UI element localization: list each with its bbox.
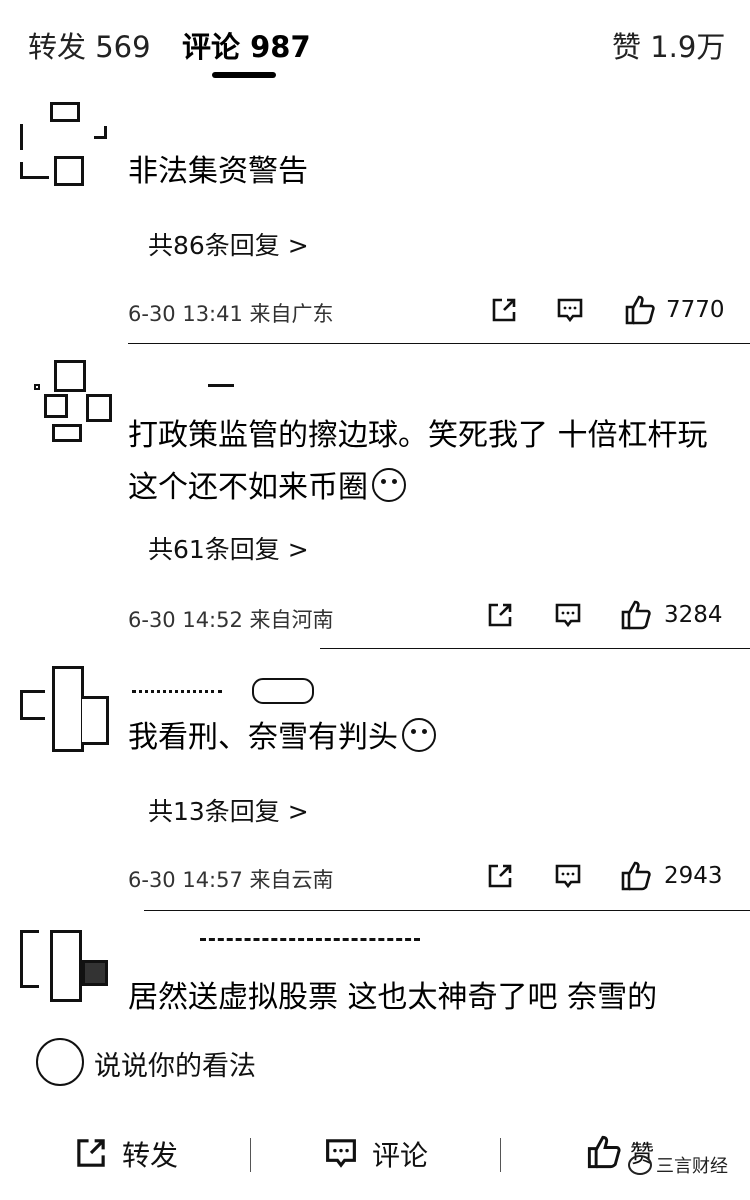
username[interactable] (208, 384, 234, 393)
watermark: 三言财经 (628, 1152, 728, 1178)
comment-tabs: 转发 569 评论 987 赞 1.9万 (0, 0, 750, 90)
thumbs-up-icon (587, 1135, 621, 1169)
doge-emoji-icon (402, 718, 436, 752)
thumbs-up-icon[interactable] (620, 599, 652, 631)
thumbs-up-icon[interactable] (620, 860, 652, 892)
comment-label: 评论 (372, 1139, 429, 1172)
comment-text: 打政策监管的擦边球。笑死我了 十倍杠杆玩这个还不如来币圈 (128, 418, 708, 505)
divider (144, 910, 750, 911)
avatar[interactable] (20, 666, 112, 758)
comment-icon[interactable] (556, 296, 584, 324)
avatar[interactable] (20, 102, 112, 194)
repost-label: 转发 (122, 1139, 179, 1172)
share-icon[interactable] (490, 296, 518, 324)
username[interactable] (200, 938, 420, 947)
comment-meta: 6-30 14:52 来自河南 (128, 608, 334, 632)
comment-text: 居然送虚拟股票 这也太神奇了吧 奈雪的 (128, 980, 658, 1015)
thumbs-up-icon[interactable] (624, 294, 656, 326)
comment-text: 我看刑、奈雪有判头 (128, 712, 728, 764)
comment-icon[interactable] (554, 862, 582, 890)
like-count: 7770 (666, 297, 725, 323)
view-replies-link[interactable]: 共61条回复 > (148, 530, 309, 566)
comment-text: 非法集资警告 (128, 154, 308, 189)
wechat-icon (628, 1155, 652, 1175)
comment-meta: 6-30 14:57 来自云南 (128, 868, 334, 892)
active-tab-indicator (212, 72, 276, 78)
flame-icon (36, 1038, 84, 1086)
vip-badge (252, 678, 314, 704)
comment-icon (326, 1139, 356, 1168)
divider (128, 343, 750, 344)
share-icon[interactable] (486, 601, 514, 629)
tab-like[interactable]: 赞 1.9万 (612, 24, 725, 66)
separator (250, 1138, 251, 1172)
view-replies-link[interactable]: 共86条回复 > (148, 226, 309, 262)
avatar[interactable] (20, 360, 112, 452)
share-icon (77, 1139, 105, 1167)
laughing-emoji-icon (372, 468, 406, 502)
divider (320, 648, 750, 649)
like-count: 3284 (664, 602, 723, 628)
separator (500, 1138, 501, 1172)
avatar[interactable] (20, 930, 112, 1022)
comment-meta: 6-30 13:41 来自广东 (128, 302, 334, 326)
share-icon[interactable] (486, 862, 514, 890)
like-count: 2943 (664, 863, 723, 889)
tab-repost[interactable]: 转发 569 (28, 24, 151, 66)
view-replies-link[interactable]: 共13条回复 > (148, 792, 309, 828)
bottom-action-bar: 转发 评论 赞 三言财经 (0, 1120, 750, 1200)
tab-comment[interactable]: 评论 987 (182, 24, 311, 66)
comment-icon[interactable] (554, 601, 582, 629)
username[interactable] (132, 690, 222, 699)
comment-input-placeholder: 说说你的看法 (94, 1051, 256, 1082)
